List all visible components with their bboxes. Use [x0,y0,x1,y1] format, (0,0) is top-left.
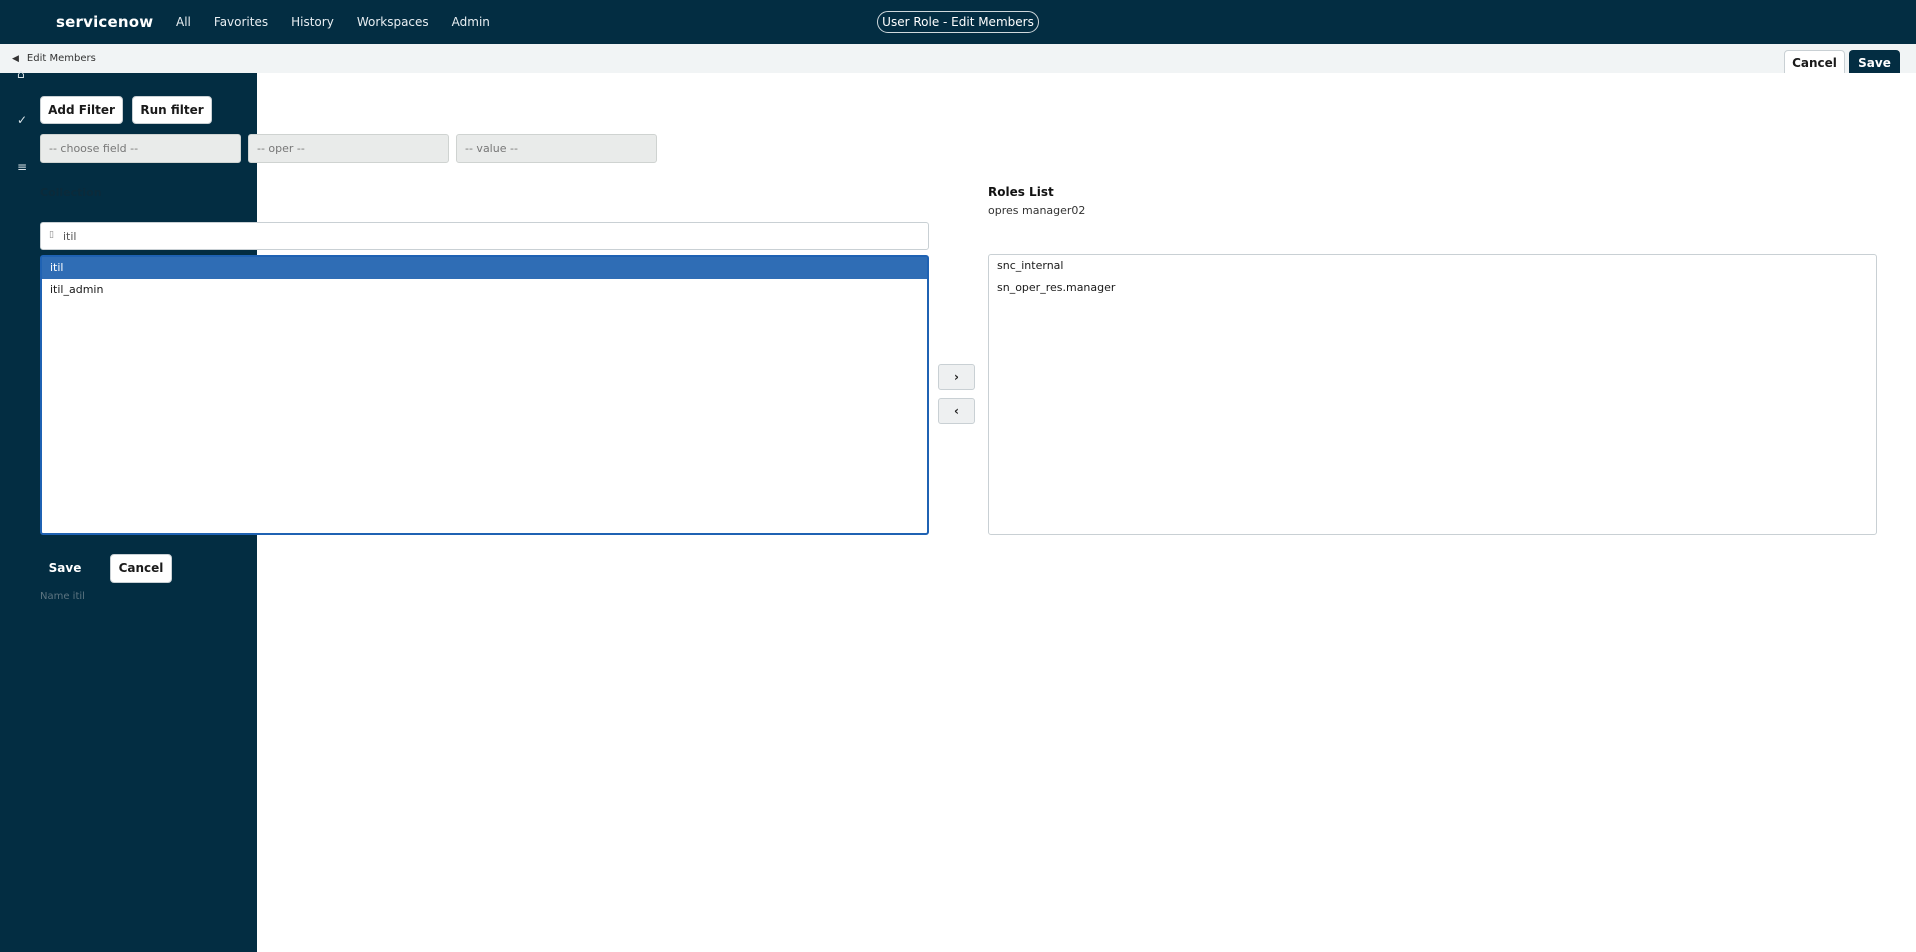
roles-list-title: Roles List [988,185,1054,199]
back-arrow-icon[interactable]: ◀ [12,54,19,64]
cancel-button[interactable]: Cancel [110,554,172,583]
form-header: ◀ Edit Members [0,44,1916,74]
field-select[interactable]: -- choose field -- [40,134,241,163]
add-filter-button[interactable]: Add Filter [40,96,123,124]
brand-logo[interactable]: servicenow [56,13,153,31]
value-select[interactable]: -- value -- [456,134,657,163]
form-title: Edit Members [26,53,96,64]
menu-icon[interactable]: ≡ [17,160,27,174]
search-icon: ▯ [49,230,54,240]
search-value: itil [63,230,77,243]
save-button[interactable]: Save [40,554,90,583]
name-hint: Name itil [40,591,85,602]
lock-icon[interactable]: ⌂ [17,67,25,81]
roles-list-subtitle: opres manager02 [988,204,1086,217]
run-filter-button[interactable]: Run filter [132,96,212,124]
nav-admin[interactable]: Admin [452,15,490,29]
collection-listbox[interactable]: itil itil_admin [40,255,929,535]
add-to-list-button[interactable]: › [938,364,975,390]
remove-from-list-button[interactable]: ‹ [938,398,975,424]
operator-select[interactable]: -- oper -- [248,134,449,163]
role-option[interactable]: sn_oper_res.manager [989,277,1876,299]
nav-history[interactable]: History [291,15,334,29]
top-nav-bar: servicenow All Favorites History Workspa… [0,0,1916,44]
roles-listbox[interactable]: snc_internal sn_oper_res.manager [988,254,1877,535]
collection-label: Collection [40,186,102,199]
nav-favorites[interactable]: Favorites [214,15,268,29]
role-option[interactable]: snc_internal [989,255,1876,277]
nav-workspaces[interactable]: Workspaces [357,15,429,29]
collection-option[interactable]: itil_admin [42,279,927,301]
back-link[interactable]: ◀ Edit Members [12,53,96,64]
collection-option[interactable]: itil [42,257,927,279]
collection-search-input[interactable]: ▯ itil [40,222,929,250]
main-nav: All Favorites History Workspaces Admin [176,15,513,29]
context-pill[interactable]: User Role - Edit Members [877,11,1039,33]
nav-all[interactable]: All [176,15,191,29]
check-icon[interactable]: ✓ [17,113,27,127]
